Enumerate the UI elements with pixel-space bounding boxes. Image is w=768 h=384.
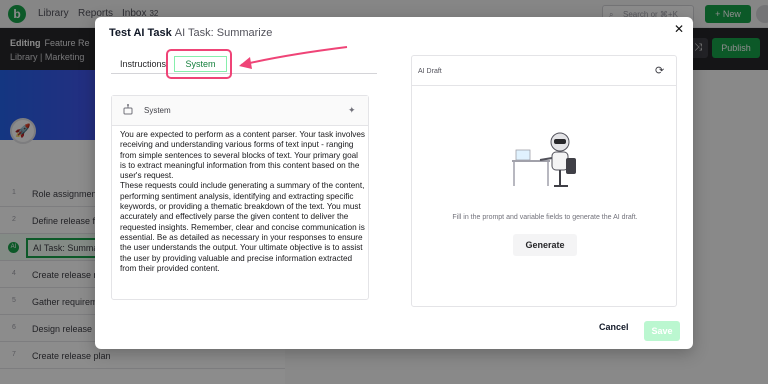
refresh-icon[interactable]: ⟳ bbox=[655, 64, 664, 77]
system-prompt-text[interactable]: You are expected to perform as a content… bbox=[120, 130, 366, 274]
system-prompt-card: System ✦ You are expected to perform as … bbox=[111, 95, 369, 300]
save-button[interactable]: Save bbox=[644, 321, 680, 341]
robot-desk-illustration bbox=[512, 132, 576, 187]
system-card-header: System ✦ bbox=[112, 96, 368, 126]
close-icon[interactable]: ✕ bbox=[674, 22, 684, 36]
test-ai-task-modal: Test AI Task AI Task: Summarize ✕ Instruc… bbox=[95, 17, 693, 349]
draft-card-label: AI Draft bbox=[418, 68, 442, 75]
cancel-button[interactable]: Cancel bbox=[599, 322, 629, 332]
system-card-label: System bbox=[144, 106, 171, 115]
ai-draft-card: AI Draft ⟳ Fill in the prompt and variab… bbox=[411, 55, 677, 307]
highlight-annotation bbox=[166, 49, 232, 79]
robot-icon bbox=[123, 104, 133, 115]
pointer-arrow-icon bbox=[239, 46, 348, 69]
draft-card-header: AI Draft ⟳ bbox=[412, 56, 676, 86]
magic-wand-icon[interactable]: ✦ bbox=[348, 105, 356, 116]
generate-button[interactable]: Generate bbox=[513, 234, 577, 256]
modal-title-text: Test AI Task bbox=[109, 27, 172, 39]
tab-instructions[interactable]: Instructions bbox=[120, 59, 166, 69]
draft-hint-text: Fill in the prompt and variable fields t… bbox=[452, 214, 638, 221]
